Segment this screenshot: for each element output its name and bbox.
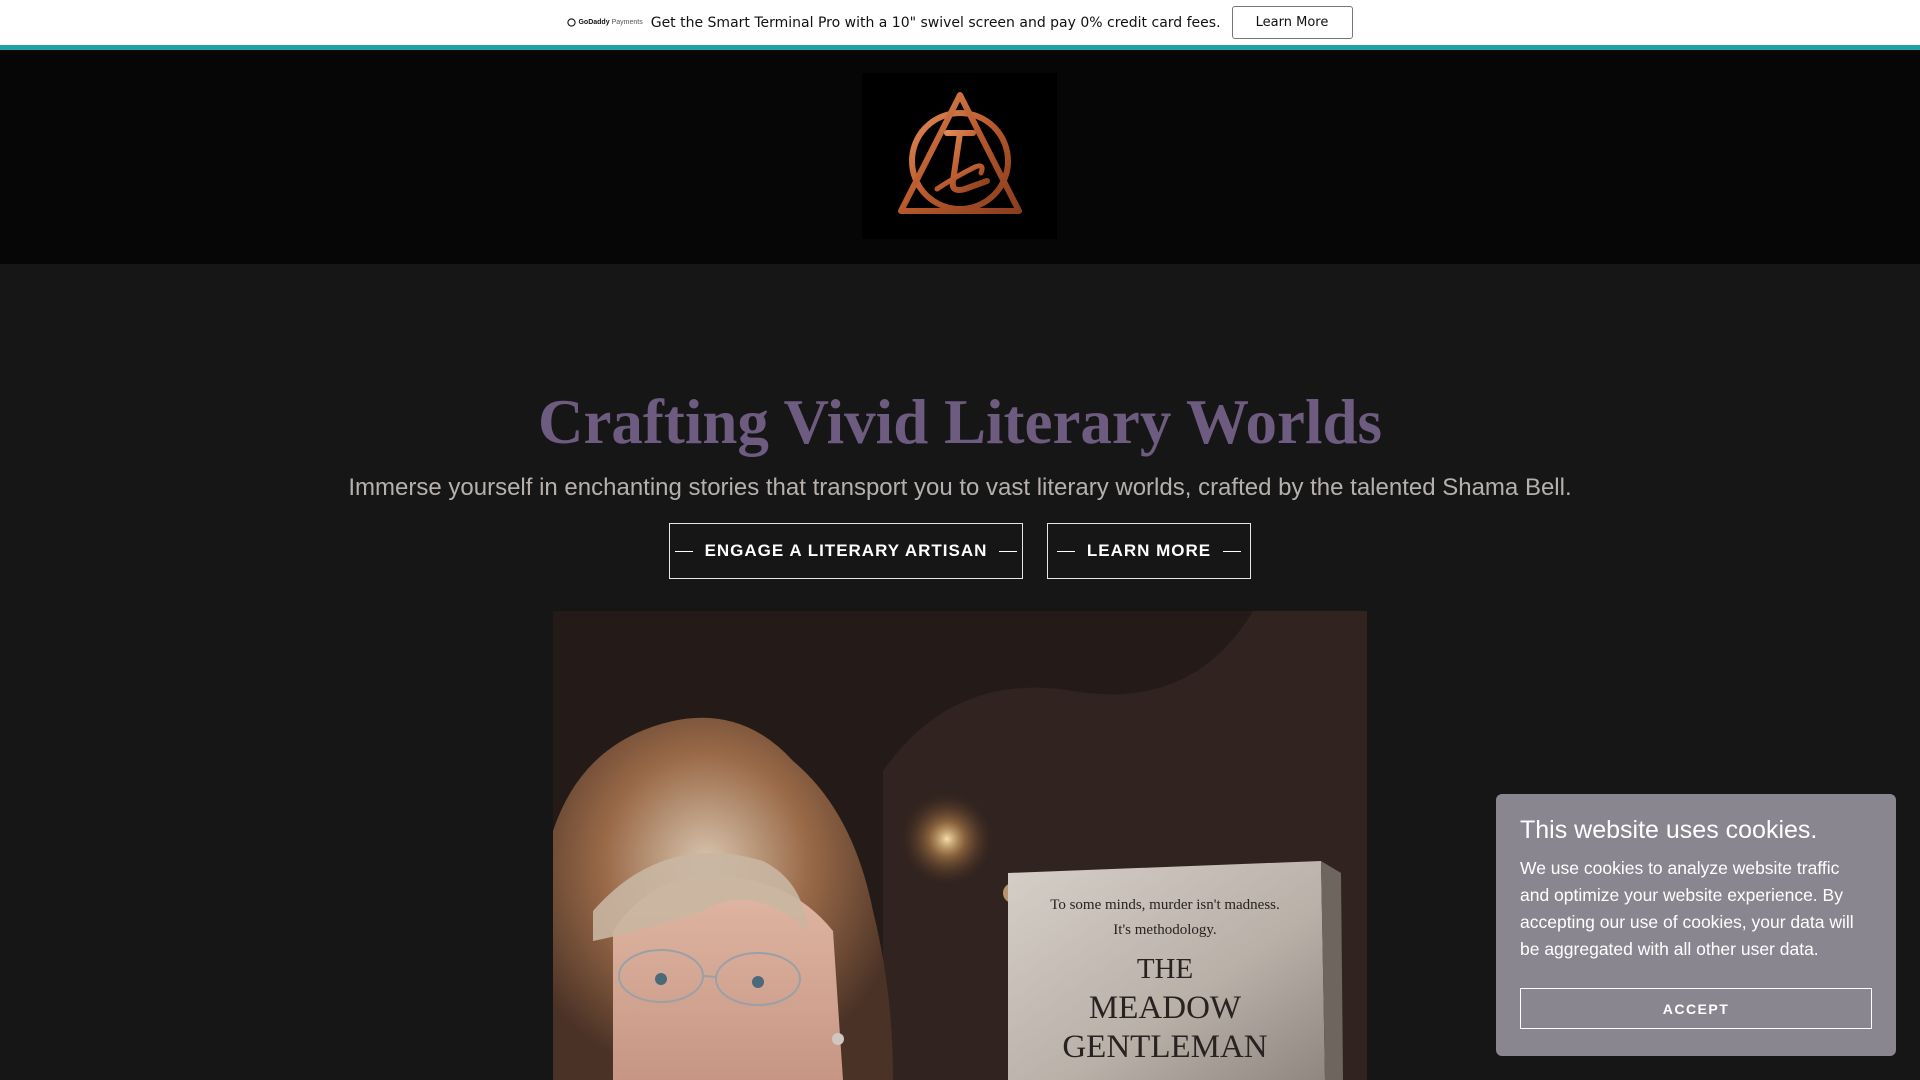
godaddy-payments-logo: GoDaddy Payments — [567, 18, 643, 27]
cookie-text: We use cookies to analyze website traffi… — [1520, 858, 1854, 959]
author-book-image: To some minds, murder isn't madness. It'… — [553, 611, 1367, 1080]
hero-title: Crafting Vivid Literary Worlds — [537, 387, 1383, 457]
book-tagline-1: To some minds, murder isn't madness. — [1050, 897, 1280, 913]
cookie-title: This website uses cookies. — [1520, 816, 1818, 844]
book-title-2: MEADOW — [1088, 990, 1242, 1026]
promo-learn-more-button[interactable]: Learn More — [1231, 6, 1353, 39]
dash-right-icon — [999, 550, 1018, 552]
book-title-1: THE — [1136, 953, 1194, 985]
promo-brand-suffix: Payments — [611, 19, 643, 26]
cookie-accept-button[interactable]: ACCEPT — [1520, 988, 1872, 1029]
learn-more-button[interactable]: LEARN MORE — [1047, 523, 1251, 579]
site-header — [0, 50, 1920, 264]
dash-left-icon — [674, 550, 693, 552]
dash-left-icon — [1056, 550, 1075, 552]
promo-brand: GoDaddy — [578, 19, 610, 26]
dash-right-icon — [1223, 550, 1242, 552]
book-cover-text: To some minds, murder isn't madness. It'… — [1008, 871, 1322, 1066]
promo-text: Get the Smart Terminal Pro with a 10" sw… — [650, 14, 1221, 31]
triangle-circle-logo-icon — [897, 92, 1022, 214]
promo-banner: GoDaddy Payments Get the Smart Terminal … — [0, 0, 1920, 45]
book-title-3: GENTLEMAN — [1062, 1029, 1268, 1065]
engage-literary-artisan-button[interactable]: ENGAGE A LITERARY ARTISAN — [669, 523, 1023, 579]
godaddy-icon — [567, 18, 577, 27]
promo-content: GoDaddy Payments Get the Smart Terminal … — [567, 6, 1353, 39]
engage-button-label: ENGAGE A LITERARY ARTISAN — [704, 541, 988, 560]
cookie-banner: This website uses cookies. We use cookie… — [1496, 794, 1896, 1056]
hero-subtitle: Immerse yourself in enchanting stories t… — [348, 474, 1572, 501]
book-tagline-2: It's methodology. — [1113, 922, 1217, 938]
learn-more-button-label: LEARN MORE — [1086, 541, 1212, 560]
site-logo[interactable] — [862, 73, 1057, 239]
